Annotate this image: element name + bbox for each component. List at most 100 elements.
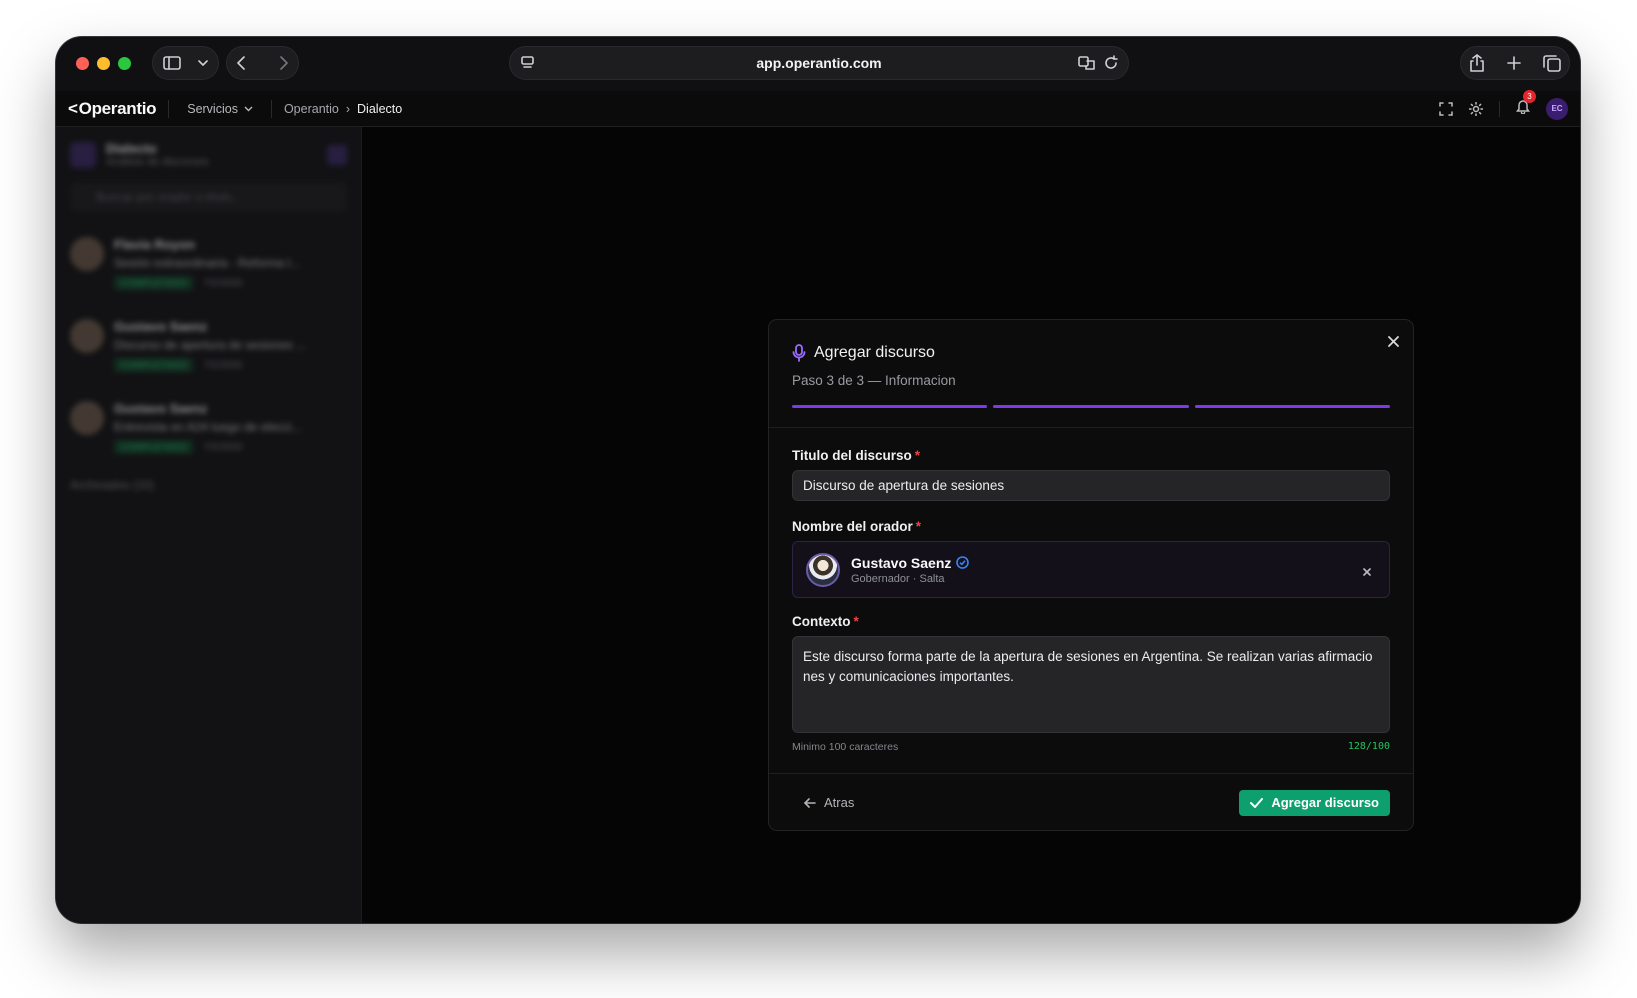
add-speech-label: Agregar discurso — [1271, 795, 1379, 810]
main-overlay: Agregar discurso Paso 3 de 3 — Informaci… — [362, 127, 1580, 923]
theme-toggle-icon[interactable] — [1469, 101, 1483, 116]
share-icon[interactable] — [1469, 54, 1485, 72]
translate-icon[interactable] — [1078, 55, 1096, 71]
history-navigation — [226, 46, 299, 80]
page-settings-icon[interactable] — [520, 55, 536, 71]
status-badge: COMPLETADO — [114, 440, 194, 454]
app-header: <Operantio Servicios Operantio › Dialect… — [56, 89, 1580, 127]
chevron-down-icon — [244, 106, 253, 111]
speaker-name: Flavia Royon — [114, 237, 195, 252]
back-arrow-icon[interactable] — [237, 56, 245, 70]
archived-toggle[interactable]: Archivados (10) — [56, 468, 361, 502]
verified-icon — [956, 556, 970, 569]
back-label: Atras — [824, 795, 855, 810]
close-icon — [1363, 568, 1371, 576]
speech-title-input[interactable]: Discurso de apertura de sesiones — [792, 470, 1390, 501]
close-icon — [1388, 336, 1399, 347]
new-tab-icon[interactable] — [1507, 56, 1521, 70]
speech-title: Entrevista en A24 luego de elecci... — [114, 420, 302, 434]
context-field-label: Contexto * — [792, 614, 1390, 629]
tabs-overview-icon[interactable] — [1543, 54, 1561, 72]
speaker-label-text: Nombre del orador — [792, 519, 913, 534]
speech-title: Sesión extraordinaria - Reforma l... — [114, 256, 301, 270]
required-marker: * — [853, 614, 859, 629]
status-badge: COMPLETADO — [114, 358, 194, 372]
list-item[interactable]: Gustavo Saenz Entrevista en A24 luego de… — [56, 386, 361, 468]
date-label: 7/2/2026 — [203, 277, 243, 289]
dialog-title: Agregar discurso — [792, 344, 1390, 362]
speaker-name: Gustavo Saenz — [114, 319, 208, 334]
step-bar-1 — [792, 405, 988, 408]
microphone-icon — [792, 344, 806, 362]
remove-speaker-button[interactable] — [1363, 563, 1371, 581]
step-indicator-text: Paso 3 de 3 — Informacion — [792, 373, 956, 388]
sidebar-search-input[interactable]: Buscar por orador o título... — [70, 182, 347, 212]
sidebar-header: Dialecto Análisis de discursos — [56, 127, 361, 182]
context-textarea[interactable]: Este discurso forma parte de la apertura… — [792, 636, 1390, 733]
date-label: 7/2/2026 — [203, 359, 243, 371]
logo-text: Operantio — [78, 98, 157, 118]
speaker-name: Gustavo Saenz — [114, 401, 208, 416]
chevron-down-icon — [198, 60, 208, 66]
context-label-text: Contexto — [792, 614, 851, 629]
reload-icon[interactable] — [1104, 55, 1118, 71]
sidebar-icon — [163, 56, 181, 70]
forward-arrow-icon[interactable] — [280, 56, 288, 70]
add-icon[interactable] — [327, 144, 347, 165]
check-icon — [1250, 797, 1264, 808]
window-controls — [76, 57, 131, 70]
maximize-window-button[interactable] — [118, 57, 131, 70]
list-item[interactable]: Gustavo Saenz Discurso de apertura de se… — [56, 304, 361, 386]
status-badge: COMPLETADO — [114, 276, 194, 290]
url-text: app.operantio.com — [756, 55, 882, 71]
notification-badge: 3 — [1523, 89, 1536, 103]
dialog-title-text: Agregar discurso — [814, 344, 935, 361]
close-window-button[interactable] — [76, 57, 89, 70]
title-label-text: Titulo del discurso — [792, 448, 912, 463]
address-bar[interactable]: app.operantio.com — [509, 46, 1129, 80]
speaker-name: Gustavo Saenz — [851, 554, 952, 571]
dialog-header: Agregar discurso Paso 3 de 3 — Informaci… — [769, 320, 1413, 428]
header-divider — [270, 99, 272, 118]
breadcrumb-separator-icon: › — [345, 101, 351, 116]
minimize-window-button[interactable] — [97, 57, 110, 70]
breadcrumb-item-operantio[interactable]: Operantio — [284, 102, 339, 116]
step-bar-2 — [993, 405, 1189, 408]
speaker-name-row: Gustavo Saenz — [851, 554, 970, 571]
step-progress — [792, 405, 1390, 408]
speech-title: Discurso de apertura de sesiones ... — [114, 338, 307, 352]
header-divider — [168, 99, 170, 118]
browser-actions — [1460, 46, 1570, 80]
sidebar-title: Dialecto — [106, 141, 157, 156]
arrow-left-icon — [804, 797, 816, 808]
selected-speaker-card[interactable]: Gustavo Saenz Gobernador · Salta — [792, 541, 1390, 598]
avatar — [70, 401, 104, 435]
add-speech-button[interactable]: Agregar discurso — [1239, 789, 1390, 816]
services-menu-button[interactable]: Servicios — [181, 102, 259, 116]
notifications-button[interactable]: 3 — [1516, 89, 1536, 119]
close-dialog-button[interactable] — [1388, 334, 1399, 352]
breadcrumb-item-dialecto: Dialecto — [357, 101, 403, 116]
sidebar-toggle-button[interactable] — [152, 46, 219, 80]
min-chars-hint: Minimo 100 caracteres — [792, 741, 899, 753]
services-label: Servicios — [187, 101, 238, 116]
dialog-footer: Atras Agregar discurso — [769, 774, 1413, 831]
breadcrumb: Operantio › Dialecto — [284, 102, 402, 116]
add-speech-dialog: Agregar discurso Paso 3 de 3 — Informaci… — [768, 319, 1414, 831]
required-marker: * — [914, 448, 921, 463]
fullscreen-icon[interactable] — [1439, 101, 1453, 116]
sidebar: Dialecto Análisis de discursos Buscar po… — [56, 127, 362, 923]
app-logo[interactable]: <Operantio — [68, 98, 157, 119]
user-avatar[interactable]: EC — [1546, 97, 1568, 120]
title-field-label: Titulo del discurso * — [792, 448, 1390, 463]
sidebar-subtitle: Análisis de discursos — [106, 156, 209, 168]
header-actions: 3 EC — [1439, 89, 1568, 120]
header-divider — [1499, 100, 1500, 117]
dialog-body: Titulo del discurso * Discurso de apertur… — [769, 428, 1413, 774]
list-item[interactable]: Flavia Royon Sesión extraordinaria - Ref… — [56, 222, 361, 304]
browser-window: app.operantio.com <Operantio Servicios O… — [56, 37, 1580, 923]
step-bar-3 — [1194, 405, 1390, 408]
back-button[interactable]: Atras — [792, 795, 854, 810]
speaker-role: Gobernador · Salta — [851, 572, 945, 585]
required-marker: * — [915, 519, 922, 534]
